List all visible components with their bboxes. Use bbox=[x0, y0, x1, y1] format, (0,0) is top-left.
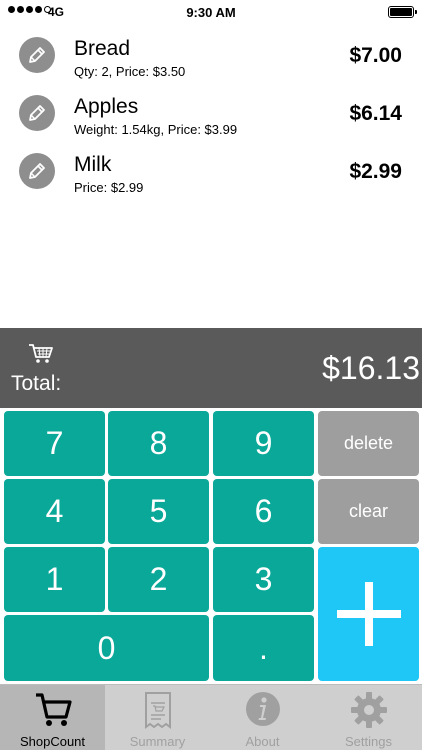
edit-item-button[interactable] bbox=[19, 95, 55, 131]
key-7[interactable]: 7 bbox=[4, 411, 105, 476]
status-bar: 4G 9:30 AM bbox=[0, 0, 422, 24]
item-name: Milk bbox=[74, 153, 112, 176]
list-item[interactable]: Apples Weight: 1.54kg, Price: $3.99 $6.1… bbox=[0, 86, 422, 144]
clear-button[interactable]: clear bbox=[318, 479, 419, 544]
item-list: Bread Qty: 2, Price: $3.50 $7.00 Apples … bbox=[0, 28, 422, 202]
list-item[interactable]: Milk Price: $2.99 $2.99 bbox=[0, 144, 422, 202]
cart-icon bbox=[29, 344, 53, 363]
tab-bar: ShopCount Summary About Settings bbox=[0, 684, 422, 750]
edit-item-button[interactable] bbox=[19, 153, 55, 189]
key-3[interactable]: 3 bbox=[213, 547, 314, 612]
tab-label: Summary bbox=[129, 734, 186, 749]
item-name: Apples bbox=[74, 95, 139, 118]
item-detail: Qty: 2, Price: $3.50 bbox=[74, 64, 186, 79]
pencil-icon bbox=[29, 47, 45, 63]
key-0[interactable]: 0 bbox=[4, 615, 209, 681]
item-detail: Weight: 1.54kg, Price: $3.99 bbox=[74, 122, 238, 137]
tab-shopcount[interactable]: ShopCount bbox=[0, 685, 105, 750]
tab-settings[interactable]: Settings bbox=[315, 685, 422, 750]
add-item-button[interactable] bbox=[318, 547, 419, 681]
key-9[interactable]: 9 bbox=[213, 411, 314, 476]
gear-icon bbox=[350, 692, 387, 728]
key-1[interactable]: 1 bbox=[4, 547, 105, 612]
item-price: $7.00 bbox=[349, 44, 402, 67]
item-price: $6.14 bbox=[349, 102, 402, 125]
item-name: Bread bbox=[74, 37, 131, 60]
tab-label: About bbox=[245, 734, 280, 749]
pencil-icon bbox=[29, 105, 45, 121]
total-label: Total: bbox=[11, 372, 62, 395]
item-price: $2.99 bbox=[349, 160, 402, 183]
battery-icon bbox=[388, 6, 417, 18]
keypad: 7 8 9 delete 4 5 6 clear 1 2 3 0 . bbox=[0, 410, 422, 683]
item-detail: Price: $2.99 bbox=[74, 180, 144, 195]
total-value: $16.13 bbox=[322, 350, 420, 386]
tab-label: ShopCount bbox=[19, 734, 86, 749]
total-bar: Total: $16.13 bbox=[0, 328, 422, 408]
tab-about[interactable]: About bbox=[210, 685, 315, 750]
key-8[interactable]: 8 bbox=[108, 411, 209, 476]
edit-item-button[interactable] bbox=[19, 37, 55, 73]
key-decimal[interactable]: . bbox=[213, 615, 314, 681]
pencil-icon bbox=[29, 163, 45, 179]
list-item[interactable]: Bread Qty: 2, Price: $3.50 $7.00 bbox=[0, 28, 422, 86]
receipt-icon bbox=[144, 692, 171, 729]
info-icon bbox=[245, 692, 280, 726]
key-5[interactable]: 5 bbox=[108, 479, 209, 544]
tab-label: Settings bbox=[345, 734, 392, 749]
key-4[interactable]: 4 bbox=[4, 479, 105, 544]
delete-button[interactable]: delete bbox=[318, 411, 419, 476]
status-time: 9:30 AM bbox=[186, 5, 236, 20]
plus-icon bbox=[336, 582, 401, 646]
key-6[interactable]: 6 bbox=[213, 479, 314, 544]
cart-icon bbox=[35, 693, 72, 726]
tab-summary[interactable]: Summary bbox=[105, 685, 210, 750]
key-2[interactable]: 2 bbox=[108, 547, 209, 612]
